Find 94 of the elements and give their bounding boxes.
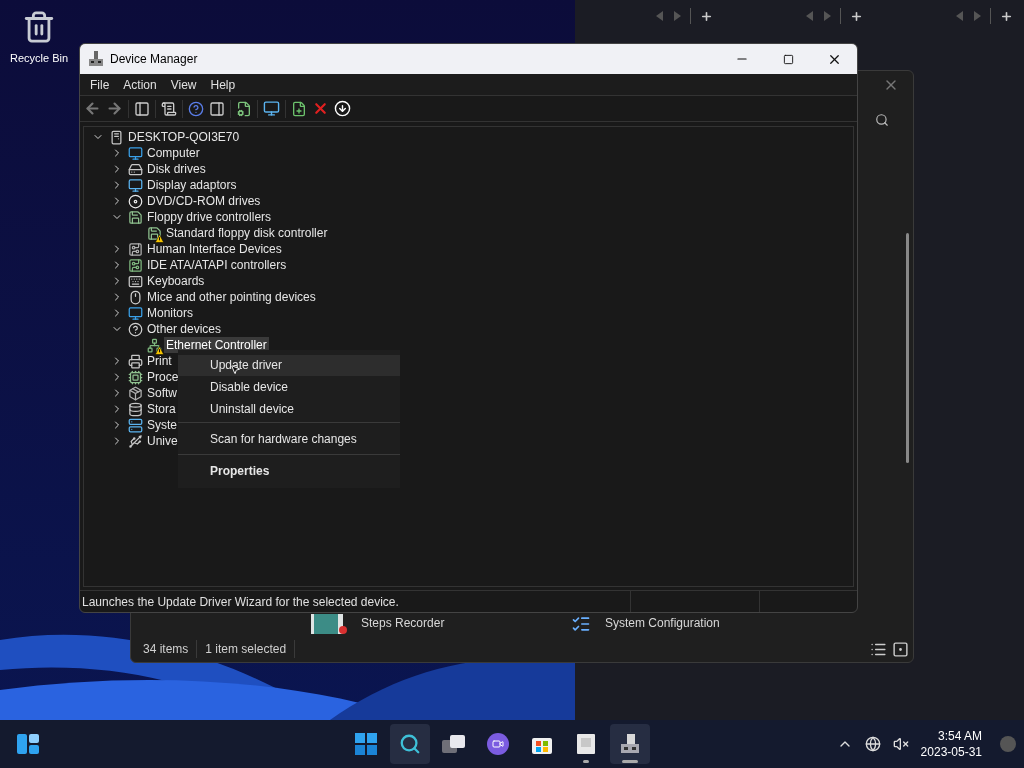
next-arrow-icon[interactable] bbox=[973, 11, 981, 21]
mouse-icon bbox=[127, 289, 143, 305]
tree-item[interactable]: Display adaptors bbox=[145, 177, 239, 193]
tree-item[interactable]: Softw bbox=[145, 385, 179, 401]
tree-item[interactable]: Standard floppy disk controller bbox=[164, 225, 330, 241]
scrollbar-thumb[interactable] bbox=[906, 233, 909, 463]
clock-time[interactable]: 3:54 AM bbox=[937, 728, 982, 744]
tiles-view-icon[interactable] bbox=[892, 640, 909, 658]
tree-item[interactable]: Proce bbox=[145, 369, 181, 385]
tree-item[interactable]: Monitors bbox=[145, 305, 195, 321]
monitor-icon bbox=[127, 145, 143, 161]
active-indicator bbox=[622, 760, 639, 763]
forward-arrow-icon[interactable] bbox=[106, 100, 123, 117]
hard-drive-icon bbox=[127, 161, 143, 177]
file-label[interactable]: Steps Recorder bbox=[361, 614, 445, 632]
next-arrow-icon[interactable] bbox=[673, 11, 681, 21]
file-plus-icon[interactable] bbox=[291, 100, 307, 117]
menu-item[interactable]: Scan for hardware changes bbox=[178, 425, 400, 452]
chat-icon bbox=[487, 733, 510, 755]
running-indicator bbox=[583, 760, 590, 763]
circuit-board-icon bbox=[127, 257, 143, 273]
tree-item[interactable]: IDE ATA/ATAPI controllers bbox=[145, 257, 289, 273]
document-icon[interactable] bbox=[161, 100, 177, 117]
tree-item[interactable]: DESKTOP-QOI3E70 bbox=[126, 129, 242, 145]
menu-item[interactable]: Action bbox=[116, 75, 164, 94]
status-text: 1 item selected bbox=[197, 640, 296, 658]
tree-item[interactable]: Disk drives bbox=[145, 161, 208, 177]
status-text: 34 items bbox=[143, 640, 198, 658]
file-gear-icon[interactable] bbox=[236, 100, 252, 117]
menu-item[interactable]: Update driver bbox=[178, 354, 400, 376]
tree-item[interactable]: Print bbox=[145, 353, 174, 369]
panel-icon[interactable] bbox=[209, 100, 225, 117]
menu-item[interactable]: Disable device bbox=[178, 376, 400, 398]
add-icon[interactable] bbox=[700, 9, 713, 23]
clock-date[interactable]: 2023-05-31 bbox=[920, 744, 982, 760]
add-icon[interactable] bbox=[850, 9, 863, 23]
windows-logo-icon bbox=[355, 733, 378, 755]
previous-arrow-icon[interactable] bbox=[656, 11, 664, 21]
tree-item[interactable]: Computer bbox=[145, 145, 202, 161]
chip-icon bbox=[127, 369, 143, 385]
monitor-icon bbox=[127, 305, 143, 321]
delete-icon[interactable] bbox=[312, 100, 329, 117]
panel-icon[interactable] bbox=[134, 100, 150, 117]
tree-item[interactable]: Stora bbox=[145, 401, 178, 417]
maximize-icon bbox=[782, 53, 794, 65]
search-icon[interactable] bbox=[875, 113, 889, 127]
window-title: Device Manager bbox=[110, 51, 198, 68]
previous-arrow-icon[interactable] bbox=[956, 11, 964, 21]
task-view-icon bbox=[442, 734, 467, 754]
computer-case-icon bbox=[108, 129, 124, 145]
package-icon bbox=[127, 385, 143, 401]
recycle-bin-icon[interactable] bbox=[22, 10, 56, 44]
taskbar-app[interactable] bbox=[610, 724, 651, 764]
menu-item[interactable]: Uninstall device bbox=[178, 398, 400, 420]
download-icon[interactable] bbox=[334, 100, 351, 117]
widgets-icon[interactable] bbox=[17, 734, 39, 754]
circuit-board-icon bbox=[127, 241, 143, 257]
usb-icon bbox=[127, 433, 143, 449]
keyboard-icon bbox=[127, 273, 143, 289]
tree-item[interactable]: Mice and other pointing devices bbox=[145, 289, 318, 305]
previous-arrow-icon[interactable] bbox=[806, 11, 814, 21]
tree-item[interactable]: Other devices bbox=[145, 321, 224, 337]
disc-icon bbox=[127, 193, 143, 209]
help-icon[interactable] bbox=[188, 100, 204, 117]
search-icon bbox=[399, 733, 422, 755]
menu-item[interactable]: View bbox=[163, 75, 204, 94]
next-arrow-icon[interactable] bbox=[823, 11, 831, 21]
tree-item[interactable]: Syste bbox=[145, 417, 179, 433]
device-manager-icon bbox=[88, 51, 104, 67]
status-bar-text: Launches the Update Driver Wizard for the selected device. bbox=[81, 593, 400, 611]
question-icon bbox=[127, 321, 143, 337]
document-icon bbox=[576, 733, 597, 755]
server-icon bbox=[127, 417, 143, 433]
globe-icon[interactable] bbox=[864, 736, 881, 752]
volume-muted-icon[interactable] bbox=[892, 736, 909, 752]
notification-icon[interactable] bbox=[1000, 736, 1016, 752]
tree-item[interactable]: Keyboards bbox=[145, 273, 207, 289]
menu-item[interactable]: Properties bbox=[178, 457, 400, 484]
desktop-icon-label[interactable]: Recycle Bin bbox=[9, 50, 69, 67]
monitor-icon bbox=[127, 177, 143, 193]
menu-item[interactable]: Help bbox=[203, 75, 243, 94]
tree-item[interactable]: Human Interface Devices bbox=[145, 241, 284, 257]
monitor-icon[interactable] bbox=[263, 100, 280, 117]
device-manager-icon bbox=[619, 733, 642, 755]
add-icon[interactable] bbox=[1000, 9, 1013, 23]
printer-icon bbox=[127, 353, 143, 369]
taskbar-app[interactable] bbox=[390, 724, 431, 764]
menu-item[interactable]: File bbox=[83, 75, 117, 94]
tree-item[interactable]: Unive bbox=[145, 433, 180, 449]
file-label[interactable]: System Configuration bbox=[605, 614, 720, 632]
tree-item[interactable]: Floppy drive controllers bbox=[145, 209, 274, 225]
tree-item[interactable]: DVD/CD-ROM drives bbox=[145, 193, 263, 209]
checklist-icon[interactable] bbox=[571, 614, 591, 634]
database-icon bbox=[127, 401, 143, 417]
